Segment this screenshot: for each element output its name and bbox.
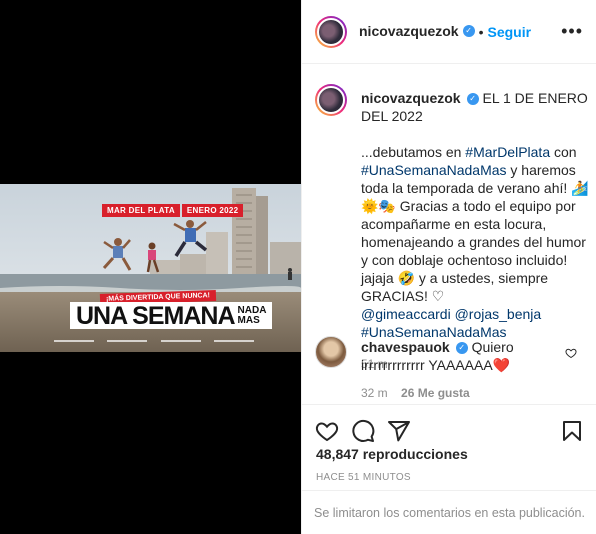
share-icon[interactable] <box>387 419 411 443</box>
avatar[interactable] <box>315 336 347 368</box>
caption-body: nicovazquezok ✓ EL 1 DE ENERO DEL 2022 ..… <box>361 84 593 373</box>
verified-badge-icon: ✓ <box>466 93 479 106</box>
comment-text: chavespauok ✓ Quiero irrrrrrrrrrrrr YAAAA… <box>361 338 561 374</box>
comment-username[interactable]: chavespauok <box>361 339 450 355</box>
mention-link[interactable]: @gimeaccardi <box>361 306 451 322</box>
caption-first-line: nicovazquezok ✓ EL 1 DE ENERO DEL 2022 <box>361 89 593 125</box>
credit-line <box>213 340 254 342</box>
comment-meta: 32 m 26 Me gusta <box>361 384 561 402</box>
poster-film-title: UNA SEMANA NADA MAS <box>70 302 273 330</box>
more-horizontal-icon[interactable]: ••• <box>561 22 583 40</box>
comments-area: nicovazquezok ✓ EL 1 DE ENERO DEL 2022 ..… <box>302 64 596 404</box>
film-title-small: NADA MAS <box>238 306 267 326</box>
view-count[interactable]: 48,847 reproducciones <box>316 446 468 462</box>
caption-username[interactable]: nicovazquezok <box>361 90 461 106</box>
avatar-image <box>317 86 345 114</box>
credit-line <box>160 340 201 342</box>
credit-line <box>54 340 94 342</box>
comment-icon[interactable] <box>351 419 375 443</box>
like-comment-heart-icon[interactable] <box>565 347 577 359</box>
follow-button[interactable]: Seguir <box>488 24 532 40</box>
laughing-emoji: 🤣 <box>397 270 416 286</box>
post-header: nicovazquezok ✓ • Seguir ••• <box>302 0 596 64</box>
caption-text-part: ...debutamos en <box>361 144 466 160</box>
avatar[interactable] <box>315 15 347 48</box>
red-heart-emoji: ❤️ <box>492 357 511 373</box>
comment-likes[interactable]: 26 Me gusta <box>401 386 470 400</box>
hashtag-link[interactable]: #UnaSemanaNadaMas <box>361 162 507 178</box>
credit-line <box>107 340 148 342</box>
film-title-main: UNA SEMANA <box>76 302 236 330</box>
comment-time[interactable]: 32 m <box>361 386 388 400</box>
post-sidebar: nicovazquezok ✓ • Seguir ••• nicovazquezo… <box>301 0 596 534</box>
caption-text-part: con <box>550 144 577 160</box>
caption: nicovazquezok ✓ EL 1 DE ENERO DEL 2022 ..… <box>315 84 593 373</box>
film-title-small-2: MAS <box>237 315 260 326</box>
heart-emoji: ♡ <box>431 288 445 304</box>
verified-badge-icon: ✓ <box>455 342 468 355</box>
header-username[interactable]: nicovazquezok <box>359 23 459 39</box>
post-media[interactable]: MAR DEL PLATA ENERO 2022 ¡MÁS DIVERTIDA … <box>0 0 301 534</box>
heart-icon[interactable] <box>315 419 339 443</box>
verified-badge-icon: ✓ <box>462 25 475 38</box>
comment-body: chavespauok ✓ Quiero irrrrrrrrrrrrr YAAAA… <box>361 336 561 402</box>
poster-tags: MAR DEL PLATA ENERO 2022 <box>102 204 244 217</box>
comments-limited-notice: Se limitaron los comentarios en esta pub… <box>302 490 596 534</box>
avatar-image <box>317 17 345 46</box>
poster-credits <box>54 340 254 343</box>
poster-tag-date: ENERO 2022 <box>181 204 244 217</box>
video-poster[interactable]: MAR DEL PLATA ENERO 2022 ¡MÁS DIVERTIDA … <box>0 184 301 352</box>
comment: chavespauok ✓ Quiero irrrrrrrrrrrrr YAAAA… <box>315 336 561 402</box>
avatar[interactable] <box>315 84 347 116</box>
poster-tag-location: MAR DEL PLATA <box>102 204 180 217</box>
post-timestamp[interactable]: HACE 51 MINUTOS <box>316 472 411 483</box>
bookmark-icon[interactable] <box>560 419 584 443</box>
separator-dot: • <box>478 23 484 40</box>
mention-link[interactable]: @rojas_benja <box>455 306 542 322</box>
caption-text: ...debutamos en #MarDelPlata con #UnaSem… <box>361 143 593 341</box>
hashtag-link[interactable]: #MarDelPlata <box>465 144 550 160</box>
header-username-wrap: nicovazquezok ✓ <box>359 23 475 41</box>
